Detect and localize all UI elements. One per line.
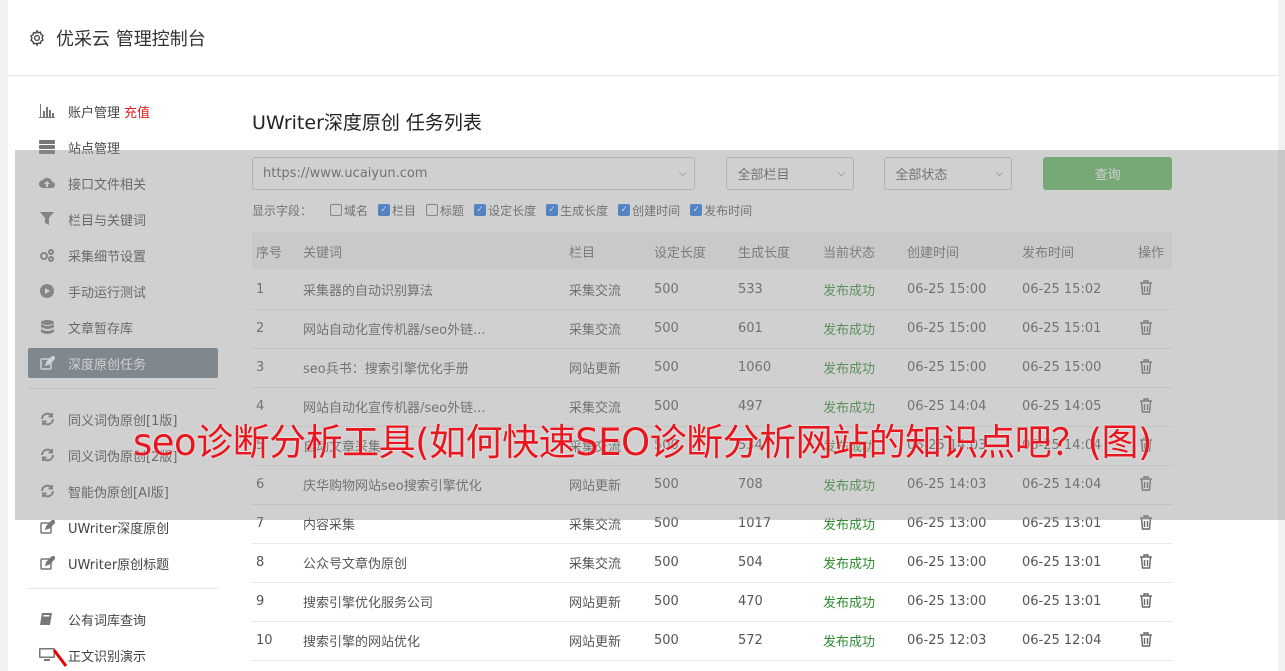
table-cell: 504 [738,555,763,570]
table-cell: 发布成功 [823,596,876,611]
top-bar: 优采云 管理控制台 [8,0,1278,76]
gear-icon [28,29,46,47]
table-cell-actions [1134,543,1172,582]
table-cell: 公众号文章伪原创 [303,557,408,572]
table-cell: 发布成功 [823,635,876,650]
table-cell: 06-25 13:00 [907,555,987,570]
table-cell: 06-25 12:03 [907,633,987,648]
table-cell: 500 [654,555,679,570]
table-cell: 06-25 12:04 [1022,633,1102,648]
table-row: 10 搜索引擎的网站优化 网站更新 500 572 发布成功 06-25 12:03 06-2… [252,621,1172,660]
table-row: 8 公众号文章伪原创 采集交流 500 504 发布成功 06-25 13:00 06-25 … [252,543,1172,582]
table-cell: 网站更新 [569,635,622,650]
sidebar-divider [28,588,218,589]
table-cell: 8 [256,555,265,570]
recharge-link[interactable]: 充值 [124,102,150,121]
table-cell: 搜索引擎优化服务公司 [303,596,434,611]
trash-icon[interactable] [1138,592,1154,608]
sidebar-item-label: UWriter深度原创 [68,521,170,537]
trash-icon[interactable] [1138,553,1154,569]
page-title: UWriter深度原创 任务列表 [252,111,482,134]
edit-icon [38,555,56,571]
mouse-cursor-icon [52,648,70,671]
sidebar-item[interactable]: 账户管理 充值 [28,96,218,126]
table-cell: 网站更新 [569,596,622,611]
table-cell: 06-25 13:01 [1022,594,1102,609]
table-cell: 06-25 13:00 [907,594,987,609]
table-cell: 500 [654,594,679,609]
sidebar-item-label: 公有词库查询 [68,613,147,629]
table-cell: 搜索引擎的网站优化 [303,635,421,650]
table-cell: 572 [738,633,763,648]
table-cell: 发布成功 [823,557,876,572]
app-title: 优采云 管理控制台 [56,28,206,50]
table-cell: 500 [654,633,679,648]
table-cell: 9 [256,594,265,609]
sidebar-item[interactable]: UWriter原创标题 [28,548,218,578]
bar-chart-icon [38,103,56,119]
sidebar-item-label: UWriter原创标题 [68,557,170,573]
table-cell: 10 [256,633,273,648]
table-cell: 06-25 13:01 [1022,555,1102,570]
table-cell-actions [1134,621,1172,660]
table-row: 9 搜索引擎优化服务公司 网站更新 500 470 发布成功 06-25 13:00 06-2… [252,582,1172,621]
edit-icon [38,519,56,535]
trash-icon[interactable] [1138,631,1154,647]
sidebar-item-label: 正文识别演示 [68,649,147,665]
sidebar-item-label: 账户管理 [68,105,121,121]
sidebar-item[interactable]: 公有词库查询 [28,604,218,634]
table-cell: 470 [738,594,763,609]
book-icon [38,611,56,627]
title-banner: seo诊断分析工具(如何快速SEO诊断分析网站的知识点吧？(图) [133,421,1152,464]
table-cell: 采集交流 [569,557,622,572]
table-cell-actions [1134,582,1172,621]
